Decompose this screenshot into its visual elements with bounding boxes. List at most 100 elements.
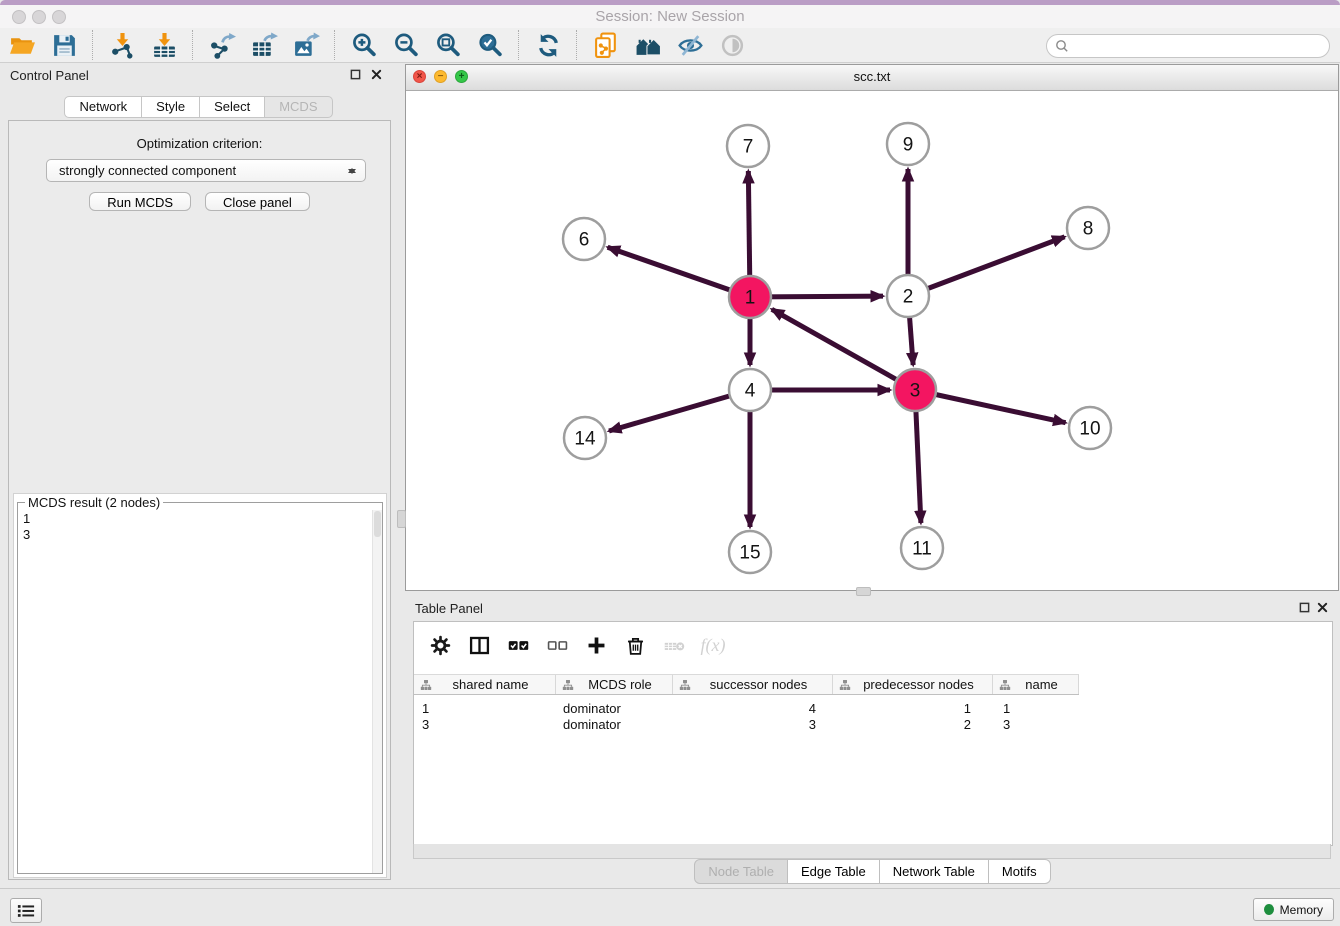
close-panel-icon[interactable]: [371, 69, 382, 80]
column-header-name[interactable]: name: [993, 675, 1079, 694]
float-table-panel-icon[interactable]: [1299, 602, 1310, 613]
network-overview-button[interactable]: [634, 31, 662, 59]
split-table-view-icon: [468, 634, 491, 657]
horizontal-splitter-handle[interactable]: [856, 587, 871, 596]
node-10[interactable]: 10: [1069, 407, 1111, 449]
node-table-container: f(x) shared nameMCDS rolesuccessor nodes…: [413, 621, 1333, 846]
close-table-panel-icon[interactable]: [1317, 602, 1328, 613]
zoom-selected-button[interactable]: [476, 31, 504, 59]
hide-graphics-details-button[interactable]: [676, 31, 704, 59]
node-14[interactable]: 14: [564, 417, 606, 459]
import-network-icon: [109, 32, 136, 59]
tab-network[interactable]: Network: [64, 96, 142, 118]
cell-predecessor-nodes[interactable]: 1: [833, 701, 993, 716]
network-canvas[interactable]: 1 2 3 4 6 7 8 9 10 11 14 15: [406, 90, 1338, 590]
edge-3-to-10[interactable]: [915, 390, 1066, 423]
zoom-in-button[interactable]: [350, 31, 378, 59]
node-8[interactable]: 8: [1067, 207, 1109, 249]
zoom-fit-button[interactable]: [434, 31, 462, 59]
vertical-splitter-handle[interactable]: [397, 510, 406, 528]
edge-3-to-1[interactable]: [772, 309, 915, 390]
node-11[interactable]: 11: [901, 527, 943, 569]
network-view-window: scc.txt 1234678910111415: [405, 64, 1339, 591]
cell-mcds-role[interactable]: dominator: [556, 701, 673, 716]
tab-select[interactable]: Select: [200, 96, 265, 118]
tab-node-table[interactable]: Node Table: [694, 859, 788, 884]
result-scrollbar-thumb[interactable]: [374, 511, 381, 537]
cell-shared-name[interactable]: 1: [414, 701, 556, 716]
control-panel: Control Panel NetworkStyleSelectMCDS Opt…: [0, 62, 397, 884]
cell-predecessor-nodes[interactable]: 2: [833, 717, 993, 732]
column-header-successor-nodes[interactable]: successor nodes: [673, 675, 833, 694]
task-history-button[interactable]: [10, 898, 42, 923]
export-image-button[interactable]: [292, 31, 320, 59]
float-panel-icon[interactable]: [350, 69, 361, 80]
export-network-icon: [209, 32, 236, 59]
show-graphics-details-icon: [719, 32, 746, 59]
search-box[interactable]: [1046, 34, 1330, 58]
table-row[interactable]: 3dominator323: [414, 716, 1332, 732]
node-6[interactable]: 6: [563, 218, 605, 260]
import-table-button[interactable]: [150, 31, 178, 59]
table-horizontal-scrollbar[interactable]: [413, 844, 1331, 859]
column-header-predecessor-nodes[interactable]: predecessor nodes: [833, 675, 993, 694]
cell-successor-nodes[interactable]: 3: [673, 717, 833, 732]
refresh-button[interactable]: [534, 31, 562, 59]
open-session-icon: [9, 32, 36, 59]
delete-column-button[interactable]: [623, 633, 647, 657]
table-row[interactable]: 1dominator411: [414, 700, 1332, 716]
save-session-button[interactable]: [50, 31, 78, 59]
table-settings-gear-button[interactable]: [428, 633, 452, 657]
network-overview-icon: [635, 32, 662, 59]
svg-text:9: 9: [903, 135, 914, 156]
edge-2-to-8[interactable]: [908, 237, 1065, 296]
result-scrollbar[interactable]: [372, 510, 382, 873]
cell-mcds-role[interactable]: dominator: [556, 717, 673, 732]
edge-1-to-6[interactable]: [608, 247, 750, 297]
export-network-button[interactable]: [208, 31, 236, 59]
zoom-selected-icon: [477, 32, 504, 59]
export-table-button[interactable]: [250, 31, 278, 59]
search-icon: [1055, 39, 1069, 53]
split-table-view-button[interactable]: [467, 633, 491, 657]
network-window-maximize-button[interactable]: [455, 70, 468, 83]
new-network-from-selection-button[interactable]: [592, 31, 620, 59]
add-column-button[interactable]: [584, 633, 608, 657]
close-panel-button[interactable]: Close panel: [205, 192, 310, 211]
node-1[interactable]: 1: [729, 276, 771, 318]
node-9[interactable]: 9: [887, 123, 929, 165]
table-panel-tabs: Node TableEdge TableNetwork TableMotifs: [405, 859, 1340, 884]
node-2[interactable]: 2: [887, 275, 929, 317]
cell-shared-name[interactable]: 3: [414, 717, 556, 732]
deselect-all-rows-button[interactable]: [545, 633, 569, 657]
column-header-mcds-role[interactable]: MCDS role: [556, 675, 673, 694]
node-7[interactable]: 7: [727, 125, 769, 167]
tab-motifs[interactable]: Motifs: [989, 859, 1051, 884]
tab-style[interactable]: Style: [142, 96, 200, 118]
node-15[interactable]: 15: [729, 531, 771, 573]
column-type-icon: [420, 679, 432, 691]
cell-name[interactable]: 3: [993, 717, 1079, 732]
search-input[interactable]: [1073, 36, 1323, 56]
node-3[interactable]: 3: [894, 369, 936, 411]
column-header-shared-name[interactable]: shared name: [414, 675, 556, 694]
network-window-minimize-button[interactable]: [434, 70, 447, 83]
cell-successor-nodes[interactable]: 4: [673, 701, 833, 716]
cell-name[interactable]: 1: [993, 701, 1079, 716]
network-window-close-button[interactable]: [413, 70, 426, 83]
mcds-panel: Optimization criterion: strongly connect…: [8, 120, 391, 880]
tab-mcds[interactable]: MCDS: [265, 96, 332, 118]
delete-column-icon: [624, 634, 647, 657]
svg-text:15: 15: [739, 543, 760, 564]
tab-network-table[interactable]: Network Table: [880, 859, 989, 884]
run-mcds-button[interactable]: Run MCDS: [89, 192, 191, 211]
select-all-rows-button[interactable]: [506, 633, 530, 657]
tab-edge-table[interactable]: Edge Table: [788, 859, 880, 884]
import-network-button[interactable]: [108, 31, 136, 59]
zoom-out-button[interactable]: [392, 31, 420, 59]
open-session-button[interactable]: [8, 31, 36, 59]
memory-button[interactable]: Memory: [1253, 898, 1334, 921]
node-4[interactable]: 4: [729, 369, 771, 411]
optimization-criterion-select[interactable]: strongly connected component: [46, 159, 366, 182]
window-titlebar: Session: New Session: [0, 5, 1340, 28]
